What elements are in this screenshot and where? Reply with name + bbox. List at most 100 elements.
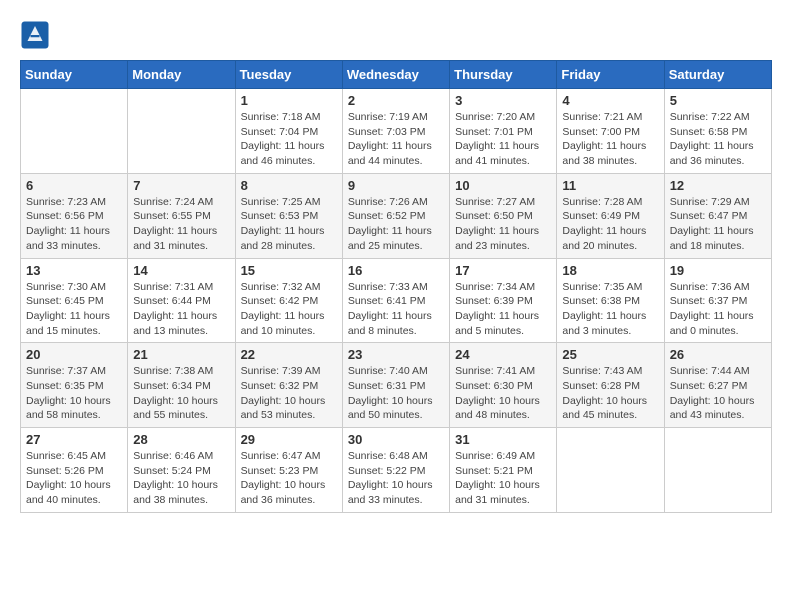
day-info: Sunrise: 7:19 AM Sunset: 7:03 PM Dayligh… <box>348 110 444 169</box>
calendar-cell: 2 Sunrise: 7:19 AM Sunset: 7:03 PM Daylig… <box>342 89 449 174</box>
day-number: 7 <box>133 178 229 193</box>
day-info: Sunrise: 7:44 AM Sunset: 6:27 PM Dayligh… <box>670 364 766 423</box>
day-number: 27 <box>26 432 122 447</box>
day-info: Sunrise: 7:34 AM Sunset: 6:39 PM Dayligh… <box>455 280 551 339</box>
day-info: Sunrise: 7:21 AM Sunset: 7:00 PM Dayligh… <box>562 110 658 169</box>
day-number: 31 <box>455 432 551 447</box>
calendar-cell: 19 Sunrise: 7:36 AM Sunset: 6:37 PM Dayli… <box>664 258 771 343</box>
column-header-monday: Monday <box>128 61 235 89</box>
calendar-cell: 20 Sunrise: 7:37 AM Sunset: 6:35 PM Dayli… <box>21 343 128 428</box>
column-header-saturday: Saturday <box>664 61 771 89</box>
calendar-cell <box>664 428 771 513</box>
calendar-week-row: 13 Sunrise: 7:30 AM Sunset: 6:45 PM Dayli… <box>21 258 772 343</box>
calendar-cell: 28 Sunrise: 6:46 AM Sunset: 5:24 PM Dayli… <box>128 428 235 513</box>
calendar-cell: 21 Sunrise: 7:38 AM Sunset: 6:34 PM Dayli… <box>128 343 235 428</box>
calendar-cell: 27 Sunrise: 6:45 AM Sunset: 5:26 PM Dayli… <box>21 428 128 513</box>
day-info: Sunrise: 6:47 AM Sunset: 5:23 PM Dayligh… <box>241 449 337 508</box>
day-info: Sunrise: 7:38 AM Sunset: 6:34 PM Dayligh… <box>133 364 229 423</box>
calendar-week-row: 20 Sunrise: 7:37 AM Sunset: 6:35 PM Dayli… <box>21 343 772 428</box>
day-info: Sunrise: 7:40 AM Sunset: 6:31 PM Dayligh… <box>348 364 444 423</box>
day-info: Sunrise: 6:48 AM Sunset: 5:22 PM Dayligh… <box>348 449 444 508</box>
day-number: 6 <box>26 178 122 193</box>
calendar-table: SundayMondayTuesdayWednesdayThursdayFrid… <box>20 60 772 513</box>
day-info: Sunrise: 7:22 AM Sunset: 6:58 PM Dayligh… <box>670 110 766 169</box>
day-info: Sunrise: 7:23 AM Sunset: 6:56 PM Dayligh… <box>26 195 122 254</box>
day-info: Sunrise: 7:18 AM Sunset: 7:04 PM Dayligh… <box>241 110 337 169</box>
calendar-cell: 6 Sunrise: 7:23 AM Sunset: 6:56 PM Daylig… <box>21 173 128 258</box>
day-number: 17 <box>455 263 551 278</box>
day-info: Sunrise: 7:24 AM Sunset: 6:55 PM Dayligh… <box>133 195 229 254</box>
day-number: 4 <box>562 93 658 108</box>
calendar-cell: 9 Sunrise: 7:26 AM Sunset: 6:52 PM Daylig… <box>342 173 449 258</box>
day-info: Sunrise: 7:25 AM Sunset: 6:53 PM Dayligh… <box>241 195 337 254</box>
day-number: 3 <box>455 93 551 108</box>
day-info: Sunrise: 7:37 AM Sunset: 6:35 PM Dayligh… <box>26 364 122 423</box>
calendar-cell: 8 Sunrise: 7:25 AM Sunset: 6:53 PM Daylig… <box>235 173 342 258</box>
calendar-cell: 29 Sunrise: 6:47 AM Sunset: 5:23 PM Dayli… <box>235 428 342 513</box>
day-number: 8 <box>241 178 337 193</box>
day-info: Sunrise: 7:33 AM Sunset: 6:41 PM Dayligh… <box>348 280 444 339</box>
calendar-cell: 22Sunrise: 7:39 AM Sunset: 6:32 PM Dayli… <box>235 343 342 428</box>
calendar-cell: 30 Sunrise: 6:48 AM Sunset: 5:22 PM Dayli… <box>342 428 449 513</box>
calendar-cell: 10Sunrise: 7:27 AM Sunset: 6:50 PM Dayli… <box>450 173 557 258</box>
column-header-thursday: Thursday <box>450 61 557 89</box>
column-header-wednesday: Wednesday <box>342 61 449 89</box>
day-number: 14 <box>133 263 229 278</box>
day-number: 28 <box>133 432 229 447</box>
day-info: Sunrise: 7:41 AM Sunset: 6:30 PM Dayligh… <box>455 364 551 423</box>
day-number: 29 <box>241 432 337 447</box>
day-info: Sunrise: 6:46 AM Sunset: 5:24 PM Dayligh… <box>133 449 229 508</box>
calendar-cell: 3 Sunrise: 7:20 AM Sunset: 7:01 PM Daylig… <box>450 89 557 174</box>
calendar-cell: 16 Sunrise: 7:33 AM Sunset: 6:41 PM Dayli… <box>342 258 449 343</box>
column-header-sunday: Sunday <box>21 61 128 89</box>
calendar-cell: 26 Sunrise: 7:44 AM Sunset: 6:27 PM Dayli… <box>664 343 771 428</box>
day-number: 20 <box>26 347 122 362</box>
day-info: Sunrise: 7:30 AM Sunset: 6:45 PM Dayligh… <box>26 280 122 339</box>
calendar-week-row: 1 Sunrise: 7:18 AM Sunset: 7:04 PM Daylig… <box>21 89 772 174</box>
day-number: 13 <box>26 263 122 278</box>
calendar-cell <box>21 89 128 174</box>
day-info: Sunrise: 7:32 AM Sunset: 6:42 PM Dayligh… <box>241 280 337 339</box>
day-info: Sunrise: 6:49 AM Sunset: 5:21 PM Dayligh… <box>455 449 551 508</box>
day-info: Sunrise: 7:43 AM Sunset: 6:28 PM Dayligh… <box>562 364 658 423</box>
day-info: Sunrise: 7:31 AM Sunset: 6:44 PM Dayligh… <box>133 280 229 339</box>
day-number: 12 <box>670 178 766 193</box>
day-info: Sunrise: 7:39 AM Sunset: 6:32 PM Dayligh… <box>241 364 337 423</box>
day-info: Sunrise: 7:29 AM Sunset: 6:47 PM Dayligh… <box>670 195 766 254</box>
day-number: 16 <box>348 263 444 278</box>
calendar-cell: 1 Sunrise: 7:18 AM Sunset: 7:04 PM Daylig… <box>235 89 342 174</box>
day-info: Sunrise: 7:20 AM Sunset: 7:01 PM Dayligh… <box>455 110 551 169</box>
day-number: 25 <box>562 347 658 362</box>
day-number: 23 <box>348 347 444 362</box>
calendar-cell: 12 Sunrise: 7:29 AM Sunset: 6:47 PM Dayli… <box>664 173 771 258</box>
calendar-cell: 18Sunrise: 7:35 AM Sunset: 6:38 PM Dayli… <box>557 258 664 343</box>
calendar-cell: 11Sunrise: 7:28 AM Sunset: 6:49 PM Dayli… <box>557 173 664 258</box>
day-number: 9 <box>348 178 444 193</box>
calendar-cell: 31 Sunrise: 6:49 AM Sunset: 5:21 PM Dayli… <box>450 428 557 513</box>
day-number: 24 <box>455 347 551 362</box>
calendar-cell: 7 Sunrise: 7:24 AM Sunset: 6:55 PM Daylig… <box>128 173 235 258</box>
day-number: 1 <box>241 93 337 108</box>
calendar-cell <box>557 428 664 513</box>
day-info: Sunrise: 7:26 AM Sunset: 6:52 PM Dayligh… <box>348 195 444 254</box>
calendar-cell: 25 Sunrise: 7:43 AM Sunset: 6:28 PM Dayli… <box>557 343 664 428</box>
calendar-cell: 24 Sunrise: 7:41 AM Sunset: 6:30 PM Dayli… <box>450 343 557 428</box>
day-number: 19 <box>670 263 766 278</box>
calendar-cell: 15Sunrise: 7:32 AM Sunset: 6:42 PM Dayli… <box>235 258 342 343</box>
day-number: 26 <box>670 347 766 362</box>
calendar-cell: 13 Sunrise: 7:30 AM Sunset: 6:45 PM Dayli… <box>21 258 128 343</box>
day-number: 2 <box>348 93 444 108</box>
column-header-friday: Friday <box>557 61 664 89</box>
day-number: 30 <box>348 432 444 447</box>
day-number: 10 <box>455 178 551 193</box>
day-info: Sunrise: 6:45 AM Sunset: 5:26 PM Dayligh… <box>26 449 122 508</box>
day-number: 18 <box>562 263 658 278</box>
day-number: 5 <box>670 93 766 108</box>
calendar-cell: 14 Sunrise: 7:31 AM Sunset: 6:44 PM Dayli… <box>128 258 235 343</box>
calendar-cell: 4 Sunrise: 7:21 AM Sunset: 7:00 PM Daylig… <box>557 89 664 174</box>
day-info: Sunrise: 7:36 AM Sunset: 6:37 PM Dayligh… <box>670 280 766 339</box>
calendar-week-row: 27 Sunrise: 6:45 AM Sunset: 5:26 PM Dayli… <box>21 428 772 513</box>
page-header <box>20 20 772 50</box>
day-number: 21 <box>133 347 229 362</box>
calendar-cell: 5 Sunrise: 7:22 AM Sunset: 6:58 PM Daylig… <box>664 89 771 174</box>
